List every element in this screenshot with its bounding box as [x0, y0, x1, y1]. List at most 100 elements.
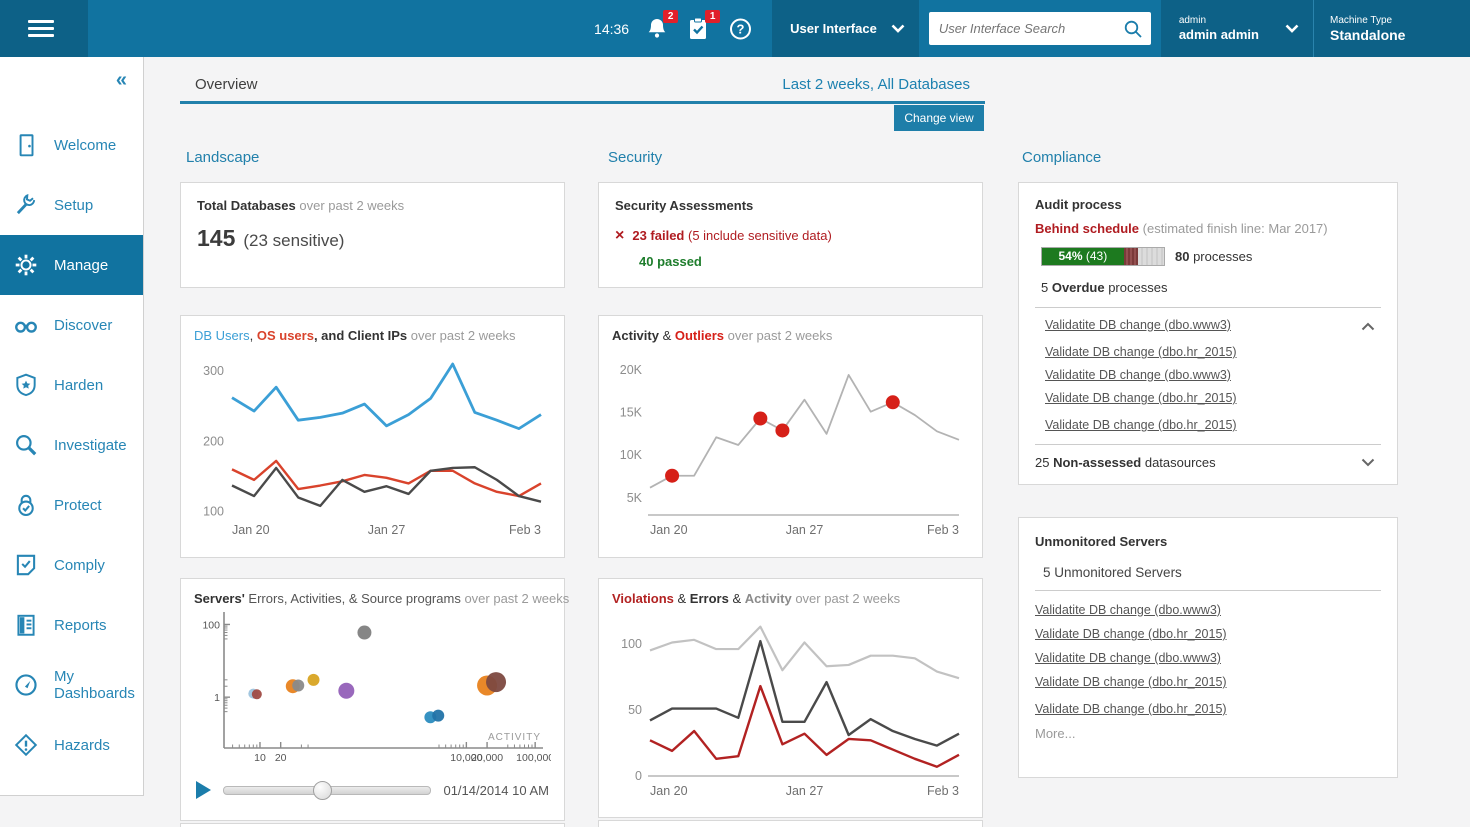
- sidebar-item-protect[interactable]: Protect: [0, 475, 143, 535]
- chevron-down-icon: [1285, 24, 1299, 33]
- overdue-process-link[interactable]: Validate DB change (dbo.hr_2015): [1045, 418, 1237, 432]
- note-check-icon: [13, 552, 39, 578]
- chevron-down-icon[interactable]: [1361, 455, 1375, 470]
- svg-text:Feb 3: Feb 3: [927, 784, 959, 798]
- door-icon: [13, 132, 39, 158]
- hamburger-icon: [28, 20, 54, 23]
- sidebar-item-discover[interactable]: Discover: [0, 295, 143, 355]
- svg-text:50: 50: [628, 703, 642, 717]
- svg-text:100: 100: [203, 504, 224, 518]
- failed-count: 23 failed: [632, 228, 684, 243]
- violations-chart: 050100Jan 20Jan 27Feb 3: [612, 606, 969, 802]
- tasks-button[interactable]: 1: [687, 16, 713, 42]
- tasks-badge: 1: [705, 10, 720, 23]
- slider-thumb[interactable]: [313, 781, 332, 800]
- sidebar-item-my-dashboards[interactable]: My Dashboards: [0, 655, 143, 715]
- user-name: admin admin: [1179, 27, 1259, 42]
- slider-track[interactable]: [223, 786, 431, 795]
- overdue-process-link[interactable]: Validatite DB change (dbo.www3): [1045, 318, 1231, 332]
- unmonitored-servers-card: Unmonitored Servers 5 Unmonitored Server…: [1018, 517, 1398, 778]
- bell-badge: 2: [663, 10, 678, 23]
- svg-text:10: 10: [254, 752, 266, 764]
- violations-errors-card: Violations & Errors & Activity over past…: [598, 578, 983, 818]
- user-role: admin: [1179, 15, 1259, 27]
- overdue-processes-label: 5 Overdue processes: [1041, 280, 1381, 295]
- svg-text:20: 20: [275, 752, 287, 764]
- users-chart: 100200300Jan 20Jan 27Feb 3: [194, 343, 551, 541]
- sidebar-item-reports[interactable]: Reports: [0, 595, 143, 655]
- help-icon: ?: [729, 16, 752, 42]
- scope-filter-link[interactable]: Last 2 weeks, All Databases: [180, 76, 970, 93]
- sidebar-item-manage[interactable]: Manage: [0, 235, 143, 295]
- gauge-icon: [13, 672, 39, 698]
- unmonitored-server-link[interactable]: Validatite DB change (dbo.www3): [1035, 603, 1221, 617]
- topbar: 14:36 2 1 ?: [0, 0, 1470, 57]
- wrench-icon: [13, 192, 39, 218]
- card-title: Total Databases: [197, 198, 296, 213]
- landscape-column-header: Landscape: [186, 149, 259, 166]
- unmonitored-server-link[interactable]: Validate DB change (dbo.hr_2015): [1035, 627, 1227, 641]
- slider-date: 01/14/2014 10 AM: [443, 783, 549, 798]
- machine-type-info: Machine Type Standalone: [1313, 0, 1470, 57]
- card-title: Audit process: [1035, 197, 1122, 212]
- notifications-bell-button[interactable]: 2: [645, 16, 671, 42]
- binoculars-icon: [13, 312, 39, 338]
- play-button[interactable]: [196, 781, 211, 799]
- unmonitored-count: 5 Unmonitored Servers: [1043, 565, 1381, 580]
- search-input[interactable]: [937, 20, 1123, 37]
- sidebar-item-harden[interactable]: Harden: [0, 355, 143, 415]
- more-link[interactable]: More...: [1035, 726, 1381, 741]
- unmonitored-server-link[interactable]: Validate DB change (dbo.hr_2015): [1035, 675, 1227, 689]
- users-chart-card: DB Users, OS users, and Client IPs over …: [180, 315, 565, 558]
- ui-section-dropdown[interactable]: User Interface: [772, 0, 919, 57]
- svg-text:300: 300: [203, 364, 224, 378]
- chevron-up-icon[interactable]: [1361, 318, 1375, 336]
- svg-text:Jan 27: Jan 27: [786, 784, 824, 798]
- activity-outliers-chart: 5K10K15K20KJan 20Jan 27Feb 3: [612, 343, 969, 541]
- svg-text:100: 100: [202, 619, 220, 631]
- sidebar-item-welcome[interactable]: Welcome: [0, 115, 143, 175]
- report-icon: [13, 612, 39, 638]
- progress-complete: 54% (43): [1042, 248, 1124, 265]
- ui-section-dropdown-label: User Interface: [790, 21, 877, 36]
- sidebar-item-hazards[interactable]: Hazards: [0, 715, 143, 775]
- help-button[interactable]: ?: [729, 16, 752, 42]
- card-title: Unmonitored Servers: [1035, 534, 1167, 549]
- svg-text:Jan 20: Jan 20: [650, 784, 688, 798]
- svg-text:10K: 10K: [620, 448, 643, 462]
- sidebar: « Welcome Setup: [0, 57, 144, 796]
- unmonitored-server-link[interactable]: Validatite DB change (dbo.www3): [1035, 651, 1221, 665]
- svg-text:Jan 27: Jan 27: [368, 523, 406, 537]
- overdue-process-link[interactable]: Validate DB change (dbo.hr_2015): [1045, 391, 1237, 405]
- progress-overdue: [1124, 248, 1139, 265]
- overdue-process-link[interactable]: Validatite DB change (dbo.www3): [1045, 368, 1231, 382]
- servers-scatter-card: Servers' Errors, Activities, & Source pr…: [180, 578, 565, 821]
- sidebar-nav: Welcome Setup: [0, 115, 143, 775]
- svg-text:Jan 27: Jan 27: [786, 523, 824, 537]
- svg-text:15K: 15K: [620, 406, 643, 420]
- sensitive-count: (23 sensitive): [243, 231, 344, 250]
- svg-text:Jan 20: Jan 20: [232, 523, 270, 537]
- progress-remaining: [1138, 248, 1164, 265]
- next-card-edge: [180, 823, 565, 827]
- clock-time: 14:36: [594, 21, 629, 37]
- shield-star-icon: [13, 372, 39, 398]
- sidebar-collapse-button[interactable]: «: [116, 71, 127, 89]
- change-view-button[interactable]: Change view: [894, 105, 984, 131]
- svg-text:100,000: 100,000: [516, 752, 551, 764]
- search-icon[interactable]: [1123, 19, 1143, 39]
- sidebar-item-comply[interactable]: Comply: [0, 535, 143, 595]
- hamburger-menu-button[interactable]: [0, 0, 88, 57]
- svg-text:1: 1: [214, 692, 220, 704]
- user-menu[interactable]: admin admin admin: [1161, 0, 1313, 57]
- behind-schedule: Behind schedule: [1035, 221, 1139, 236]
- sidebar-item-setup[interactable]: Setup: [0, 175, 143, 235]
- svg-text:20K: 20K: [620, 363, 643, 377]
- header-rule: [180, 101, 985, 104]
- overdue-process-link[interactable]: Validate DB change (dbo.hr_2015): [1045, 345, 1237, 359]
- security-column-header: Security: [608, 149, 662, 166]
- security-assessments-card: Security Assessments ×23 failed (5 inclu…: [598, 182, 983, 288]
- svg-text:200: 200: [203, 434, 224, 448]
- sidebar-item-investigate[interactable]: Investigate: [0, 415, 143, 475]
- unmonitored-server-link[interactable]: Validate DB change (dbo.hr_2015): [1035, 702, 1227, 716]
